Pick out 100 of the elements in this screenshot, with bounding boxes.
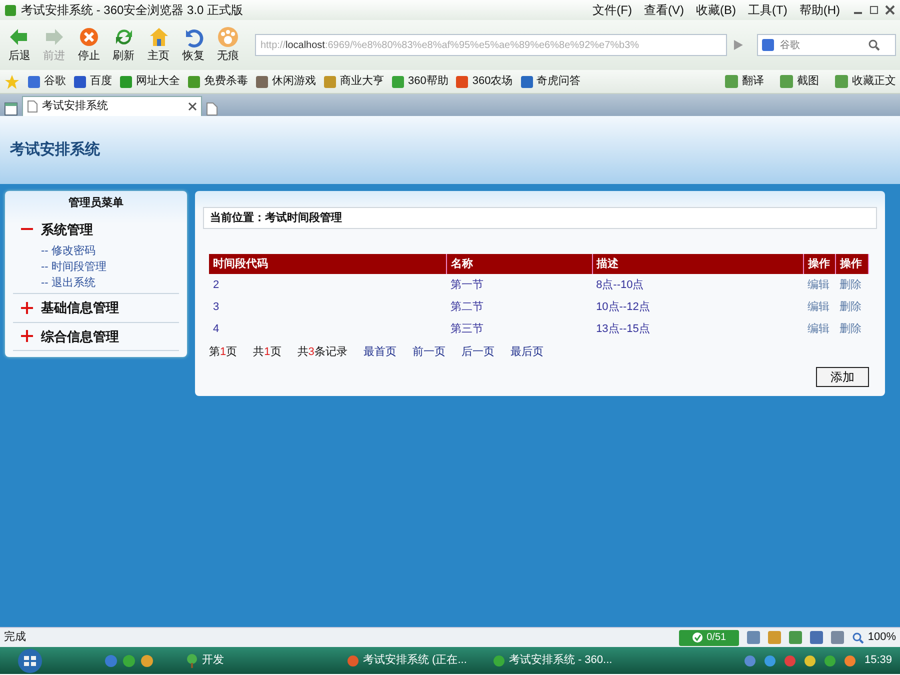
address-field[interactable]: http://localhost:6969/%e8%80%83%e8%af%95%e5%ae%89%e6%8e%92%e7%b3% — [255, 34, 728, 56]
site-icon — [28, 76, 40, 88]
table-cell: 8点--10点 — [592, 274, 804, 296]
action-link[interactable]: 编辑 — [808, 322, 830, 335]
tray-icon[interactable] — [768, 631, 781, 644]
taskbar-button[interactable]: 考试安排系统 (正在... — [347, 652, 467, 669]
taskbar-button[interactable]: 考试安排系统 - 360... — [492, 652, 612, 669]
tray-icon[interactable] — [830, 631, 844, 644]
toolbar-button[interactable]: 后退 — [4, 26, 35, 64]
toolbar-button[interactable]: 无痕 — [212, 26, 244, 64]
menu-group[interactable]: 综合信息管理 — [13, 322, 179, 351]
menu-item[interactable]: 工具(T) — [748, 1, 788, 19]
action-link[interactable]: 编辑 — [808, 278, 830, 291]
menu-group[interactable]: 基础信息管理 — [13, 294, 179, 322]
column-header: 描述 — [592, 254, 804, 274]
tray-icon[interactable] — [824, 654, 836, 666]
toolbar-button[interactable]: 截图 — [780, 73, 819, 90]
table-cell-text: 10点--12点 — [595, 300, 651, 315]
zoom-control[interactable]: 100% — [852, 629, 896, 646]
toolbar-button[interactable]: 停止 — [74, 26, 104, 64]
page-info: 共1页 — [253, 345, 282, 360]
tool-icon — [725, 75, 738, 88]
new-tab-icon[interactable] — [206, 102, 218, 116]
table-cell-text: 13点--15点 — [595, 322, 651, 337]
star-icon[interactable] — [4, 74, 20, 90]
close-icon[interactable] — [884, 4, 896, 16]
bookmark-link[interactable]: 休闲游戏 — [256, 73, 316, 90]
tab-list-icon[interactable] — [4, 102, 18, 116]
bookmark-link[interactable]: 免费杀毒 — [188, 73, 248, 90]
bookmark-link[interactable]: 百度 — [74, 73, 112, 90]
site-icon — [456, 76, 468, 88]
quick-launch-icon[interactable] — [140, 654, 154, 668]
pager-link[interactable]: 前一页 — [412, 344, 446, 360]
search-icon[interactable] — [868, 39, 880, 51]
search-engine-icon — [762, 39, 774, 51]
tray-icon[interactable] — [788, 631, 802, 644]
page-info: 共3条记录 — [297, 345, 348, 360]
add-button[interactable]: 添加 — [816, 366, 869, 386]
pager-link[interactable]: 最后页 — [510, 344, 544, 360]
quick-launch-icon[interactable] — [122, 654, 136, 668]
table-cell-text: 4 — [212, 322, 220, 337]
menu-group[interactable]: 系统管理 — [13, 216, 179, 243]
bookmark-link[interactable]: 网址大全 — [120, 73, 180, 90]
search-box[interactable]: 谷歌 — [756, 34, 896, 56]
column-header: 名称 — [446, 254, 592, 274]
quick-launch-icon[interactable] — [104, 654, 118, 668]
page-info: 第1页 — [209, 345, 238, 360]
menu-item[interactable]: 文件(F) — [592, 1, 632, 19]
tool-icon — [835, 75, 848, 88]
action-link[interactable]: 删除 — [840, 300, 862, 313]
window-title: 考试安排系统 - 360安全浏览器 3.0 正式版 — [21, 2, 244, 19]
expand-icon — [21, 302, 33, 314]
tool-icon — [780, 75, 793, 88]
tray-icon[interactable] — [810, 631, 823, 644]
menu-item[interactable]: 帮助(H) — [799, 1, 840, 19]
site-title: 考试安排系统 — [10, 140, 100, 160]
toolbar-button[interactable]: 刷新 — [108, 26, 140, 64]
close-icon[interactable] — [188, 102, 197, 111]
toolbar-button[interactable]: 恢复 — [178, 26, 209, 64]
status-text: 完成 — [4, 630, 26, 646]
column-header: 操作 — [836, 254, 868, 274]
menu-link[interactable]: -- 修改密码 — [41, 245, 96, 257]
action-link[interactable]: 删除 — [840, 278, 862, 291]
menu-item[interactable]: 查看(V) — [644, 1, 684, 19]
menu-link[interactable]: -- 时间段管理 — [41, 261, 106, 273]
tray-icon[interactable] — [764, 654, 776, 666]
bookmark-link[interactable]: 谷歌 — [28, 73, 66, 90]
tree-icon — [186, 654, 198, 668]
bookmark-link[interactable]: 360帮助 — [392, 73, 448, 90]
go-icon[interactable] — [731, 38, 745, 52]
taskbar-button[interactable]: 开发 — [186, 652, 224, 669]
action-link[interactable]: 编辑 — [808, 300, 830, 313]
browser-tab[interactable]: 考试安排系统 — [22, 96, 202, 116]
site-icon — [188, 76, 200, 88]
page-icon — [27, 100, 38, 113]
zoom-icon — [852, 632, 864, 644]
clock: 15:39 — [864, 653, 892, 668]
check-icon — [692, 632, 703, 643]
toolbar-button[interactable]: 收藏正文 — [835, 73, 896, 90]
toolbar-button[interactable]: 翻译 — [725, 73, 764, 90]
column-header: 操作 — [804, 254, 836, 274]
bookmark-link[interactable]: 360农场 — [456, 73, 513, 90]
site-icon — [520, 76, 533, 88]
paw-icon — [217, 26, 240, 48]
pager-link[interactable]: 后一页 — [461, 344, 494, 360]
maximize-icon[interactable] — [868, 4, 880, 16]
tray-icon[interactable] — [746, 631, 760, 644]
tray-icon[interactable] — [844, 654, 856, 666]
tray-icon[interactable] — [804, 654, 816, 666]
bookmark-link[interactable]: 奇虎问答 — [520, 73, 581, 90]
tray-icon[interactable] — [744, 654, 756, 666]
menu-link[interactable]: -- 退出系统 — [41, 277, 96, 289]
action-link[interactable]: 删除 — [840, 322, 862, 335]
pager-link[interactable]: 最首页 — [363, 344, 396, 360]
menu-item[interactable]: 收藏(B) — [696, 1, 736, 19]
security-counter[interactable]: 0/51 — [678, 630, 739, 646]
bookmark-link[interactable]: 商业大亨 — [324, 73, 384, 90]
app-icon — [492, 654, 505, 666]
toolbar-button[interactable]: 主页 — [143, 26, 174, 64]
breadcrumb: 当前位置：考试时间段管理 — [210, 210, 342, 226]
